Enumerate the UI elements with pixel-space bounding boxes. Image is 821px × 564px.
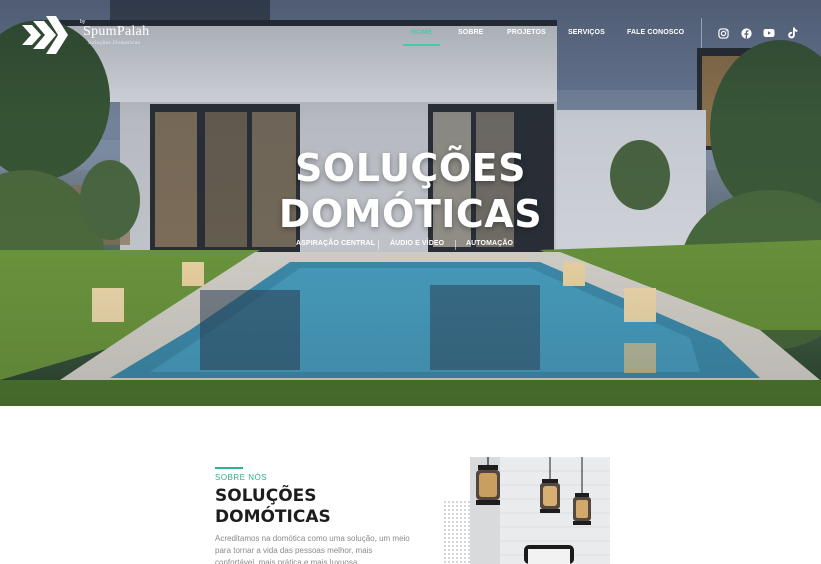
hero-service-links: ASPIRAÇÃO CENTRAL ÁUDIO E VÍDEO AUTOMAÇÃ… bbox=[0, 240, 821, 252]
about-title-line-1: SOLUÇÕES bbox=[215, 486, 317, 506]
nav-item-sobre[interactable]: SOBRE bbox=[458, 29, 483, 36]
hero-link-divider bbox=[378, 240, 379, 250]
nav-item-servicos[interactable]: SERVIÇOS bbox=[568, 29, 605, 36]
hero-banner: by SpumPalah Soluções Domóticas HOME SOB… bbox=[0, 0, 821, 406]
about-image bbox=[470, 457, 610, 564]
tiktok-icon[interactable] bbox=[786, 27, 798, 39]
about-kicker: SOBRE NÓS bbox=[215, 473, 268, 482]
nav-item-projetos[interactable]: PROJETOS bbox=[507, 29, 546, 36]
decorative-dot-pattern bbox=[443, 500, 473, 564]
brand-name: SpumPalah bbox=[83, 24, 150, 39]
facebook-icon[interactable] bbox=[740, 27, 752, 39]
hero-link-aspiracao-central[interactable]: ASPIRAÇÃO CENTRAL bbox=[296, 240, 375, 247]
nav-item-home[interactable]: HOME bbox=[411, 29, 432, 36]
brand-logo[interactable]: by SpumPalah Soluções Domóticas bbox=[22, 16, 172, 54]
brand-tagline: Soluções Domóticas bbox=[88, 40, 141, 46]
hero-link-automacao[interactable]: AUTOMAÇÃO bbox=[466, 240, 513, 247]
instagram-icon[interactable] bbox=[717, 27, 729, 39]
hero-link-audio-video[interactable]: ÁUDIO E VÍDEO bbox=[390, 240, 444, 247]
hero-title-line-2: DOMÓTICAS bbox=[278, 192, 543, 236]
chevron-logo-icon bbox=[22, 16, 68, 54]
about-text: Acreditamos na domótica como uma solução… bbox=[215, 534, 410, 564]
pendant-lamps-photo bbox=[470, 457, 610, 564]
youtube-icon[interactable] bbox=[763, 27, 775, 39]
nav-item-fale-conosco[interactable]: FALE CONOSCO bbox=[627, 29, 684, 36]
nav-divider bbox=[701, 18, 702, 48]
nav-active-underline bbox=[403, 44, 440, 46]
about-title-line-2: DOMÓTICAS bbox=[215, 507, 331, 527]
hero-title-line-1: SOLUÇÕES bbox=[295, 146, 526, 190]
about-title: SOLUÇÕES DOMÓTICAS bbox=[215, 486, 331, 528]
hero-link-divider bbox=[455, 240, 456, 250]
about-accent-line bbox=[215, 467, 243, 469]
